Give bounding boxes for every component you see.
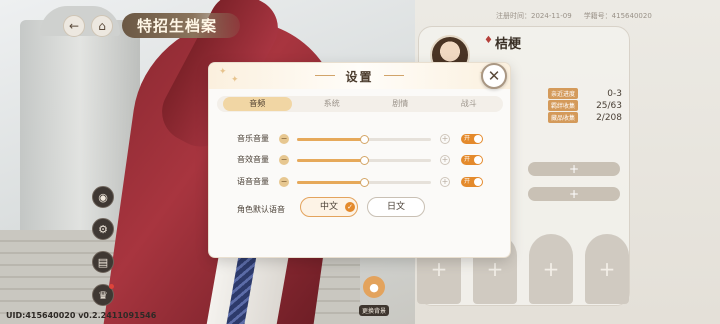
- settings-tabbar: 音频 系统 剧情 战斗: [217, 96, 503, 112]
- tab-system[interactable]: 系统: [298, 96, 367, 112]
- language-label: 日文: [386, 202, 405, 212]
- page-title-text: 特招生档案: [137, 17, 218, 35]
- volume-decrease-button[interactable]: −: [279, 134, 289, 144]
- toggle-label: 开: [464, 178, 471, 185]
- toggle-knob: [474, 135, 482, 143]
- volume-label: 语音音量: [237, 177, 269, 186]
- check-icon: ✓: [345, 202, 355, 212]
- close-button[interactable]: ✕: [481, 63, 507, 89]
- stat-row: 藏品收集 2/208: [548, 112, 622, 123]
- volume-decrease-button[interactable]: −: [279, 155, 289, 165]
- toggle-label: 开: [464, 135, 471, 142]
- trophy-icon: ♛: [98, 288, 108, 302]
- add-icon: +: [568, 162, 580, 176]
- default-voice-label: 角色默认语音: [237, 205, 285, 214]
- add-slot-bar[interactable]: +: [528, 187, 620, 201]
- stat-label: 藏品收集: [548, 112, 579, 123]
- volume-slider[interactable]: [297, 178, 431, 187]
- voice-volume-row: 语音音量 − + 开: [237, 176, 487, 188]
- volume-knob[interactable]: [360, 178, 369, 187]
- settings-button[interactable]: ⚙: [92, 218, 114, 240]
- voice-japanese-button[interactable]: 日文: [367, 197, 425, 217]
- inbox-icon: ▤: [97, 255, 109, 269]
- dialog-title: 设置: [345, 70, 374, 84]
- toggle-knob: [474, 178, 482, 186]
- voice-button[interactable]: ◉: [92, 186, 114, 208]
- volume-toggle[interactable]: 开: [461, 134, 483, 144]
- close-icon: ✕: [487, 67, 501, 85]
- volume-increase-button[interactable]: +: [440, 134, 450, 144]
- volume-knob[interactable]: [360, 135, 369, 144]
- add-icon: +: [542, 257, 560, 281]
- sfx-volume-row: 音效音量 − + 开: [237, 154, 487, 166]
- stat-value: 0-3: [607, 88, 622, 99]
- character-name: 桔梗: [495, 37, 522, 52]
- volume-label: 音效音量: [237, 155, 269, 164]
- add-icon: +: [430, 257, 448, 281]
- volume-fill: [297, 138, 364, 141]
- collection-slot[interactable]: +: [529, 234, 573, 304]
- volume-increase-button[interactable]: +: [440, 155, 450, 165]
- collection-slot[interactable]: +: [585, 234, 629, 304]
- volume-slider[interactable]: [297, 156, 431, 165]
- add-icon: +: [486, 257, 504, 281]
- stat-row: 羁绊收集 25/63: [548, 100, 622, 111]
- stat-value: 25/63: [596, 100, 622, 111]
- toggle-knob: [474, 156, 482, 164]
- volume-increase-button[interactable]: +: [440, 177, 450, 187]
- home-button[interactable]: ⌂: [91, 15, 113, 37]
- add-slot-bar[interactable]: +: [528, 162, 620, 176]
- language-label: 中文: [319, 202, 338, 212]
- back-button[interactable]: ←: [63, 15, 85, 37]
- tab-battle[interactable]: 战斗: [435, 96, 504, 112]
- home-icon: ⌂: [98, 19, 106, 33]
- stat-label: 亲近进度: [548, 88, 579, 99]
- account-info: 注册时间：2024-11-09 学籍号：415640020: [496, 11, 664, 21]
- tab-audio[interactable]: 音频: [223, 97, 292, 111]
- tab-story[interactable]: 剧情: [366, 96, 435, 112]
- voice-icon: ◉: [98, 190, 108, 204]
- stat-value: 2/208: [596, 112, 622, 123]
- volume-toggle[interactable]: 开: [461, 177, 483, 187]
- inbox-button[interactable]: ▤: [92, 251, 114, 273]
- settings-dialog: ✦ ✦ ✦ 设置 音频 系统 剧情 战斗 音乐音量 − + 开 音效音量 − +…: [209, 63, 510, 257]
- volume-knob[interactable]: [360, 156, 369, 165]
- trophy-button[interactable]: ♛: [92, 284, 114, 306]
- volume-label: 音乐音量: [237, 134, 269, 143]
- music-volume-row: 音乐音量 − + 开: [237, 133, 487, 145]
- settings-gear-icon: ⚙: [98, 222, 108, 236]
- volume-decrease-button[interactable]: −: [279, 177, 289, 187]
- add-icon: +: [568, 187, 580, 201]
- volume-fill: [297, 159, 364, 162]
- volume-fill: [297, 181, 364, 184]
- uid-version-text: UID:415640020 v0.2.2411091546: [6, 311, 157, 320]
- volume-slider[interactable]: [297, 135, 431, 144]
- student-id: 学籍号：415640020: [583, 12, 652, 20]
- add-icon: +: [598, 257, 616, 281]
- location-pin-icon: ♦: [484, 35, 493, 46]
- voice-chinese-button[interactable]: 中文 ✓: [300, 197, 358, 217]
- change-background-label: 更换背景: [358, 305, 389, 316]
- stat-row: 亲近进度 0-3: [548, 88, 622, 99]
- page-title: 特招生档案: [122, 13, 240, 38]
- notification-dot: [109, 284, 114, 289]
- toggle-label: 开: [464, 156, 471, 163]
- volume-toggle[interactable]: 开: [461, 155, 483, 165]
- change-background-button[interactable]: ● 更换背景: [356, 276, 392, 317]
- stat-label: 羁绊收集: [548, 100, 579, 111]
- back-arrow-icon: ←: [68, 19, 80, 33]
- person-icon: ●: [363, 276, 385, 298]
- register-time: 注册时间：2024-11-09: [496, 12, 572, 20]
